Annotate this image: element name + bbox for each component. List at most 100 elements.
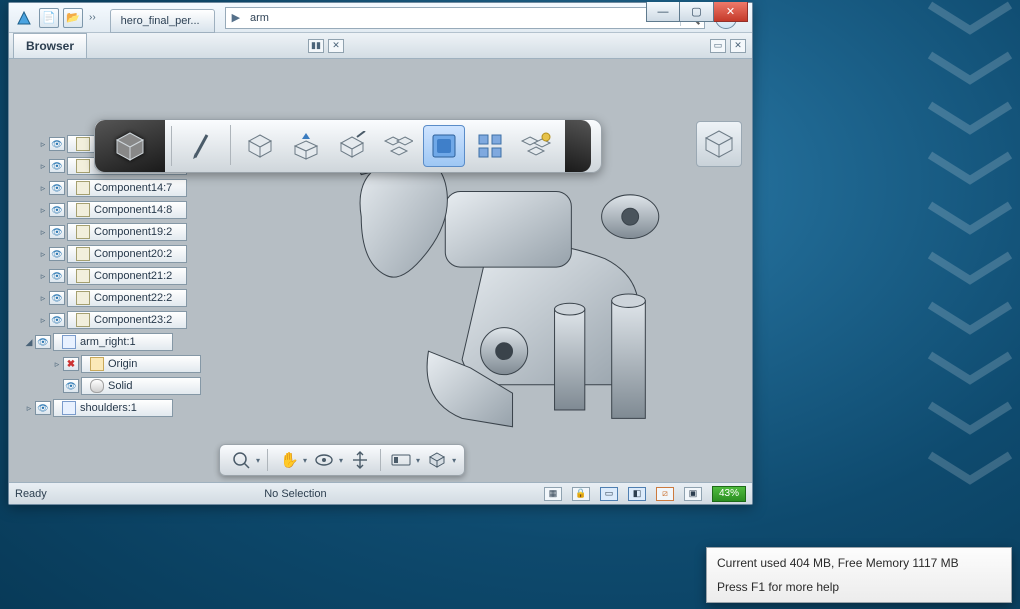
grid-tool-button[interactable] xyxy=(469,125,511,167)
expander-icon[interactable]: ▹ xyxy=(37,183,49,194)
tooltip-line1: Current used 404 MB, Free Memory 1117 MB xyxy=(717,556,1001,570)
visibility-icon[interactable]: 👁 xyxy=(35,335,51,349)
rewind-icon[interactable] xyxy=(388,448,414,472)
visibility-icon[interactable]: 👁 xyxy=(49,181,65,195)
close-button[interactable]: ✕ xyxy=(714,2,748,22)
tree-node-text: Component20:2 xyxy=(94,248,172,260)
browser-title[interactable]: Browser xyxy=(13,33,87,58)
cube-icon xyxy=(76,269,90,283)
pan-icon[interactable]: ✋ xyxy=(275,448,301,472)
expander-icon[interactable]: ◢ xyxy=(23,337,35,348)
visibility-icon[interactable]: 👁 xyxy=(63,379,79,393)
expander-icon[interactable]: ▹ xyxy=(37,227,49,238)
tree-row[interactable]: ▹👁Component19:2 xyxy=(11,221,267,243)
status-display-icon[interactable]: ▭ xyxy=(600,487,618,501)
expander-icon[interactable]: ▹ xyxy=(37,315,49,326)
tree-node-label[interactable]: Component22:2 xyxy=(67,289,187,307)
sketch-tool-button[interactable] xyxy=(180,125,222,167)
memory-badge[interactable]: 43% xyxy=(712,486,746,502)
cube-icon xyxy=(76,203,90,217)
tree-node-label[interactable]: Component21:2 xyxy=(67,267,187,285)
tree-node-label[interactable]: Component19:2 xyxy=(67,223,187,241)
panel-close-icon[interactable]: ✕ xyxy=(328,39,344,53)
status-grid-icon[interactable]: ▦ xyxy=(544,487,562,501)
assy-icon xyxy=(62,335,76,349)
new-file-icon[interactable]: 📄 xyxy=(39,8,59,28)
maximize-button[interactable]: ▢ xyxy=(680,2,714,22)
orbit-icon[interactable] xyxy=(311,448,337,472)
document-tab[interactable]: hero_final_per... xyxy=(110,9,215,33)
press-pull-tool-button[interactable] xyxy=(285,125,327,167)
tree-row[interactable]: ▹👁 Component22:2 xyxy=(11,287,267,309)
expander-icon[interactable]: ▹ xyxy=(37,139,49,150)
expander-icon[interactable]: ▹ xyxy=(37,161,49,172)
location-bar[interactable]: ▶ arm 🔍 xyxy=(225,7,706,29)
tree-node-label[interactable]: Component14:7 xyxy=(67,179,187,197)
tree-row[interactable]: ◢👁arm_right:1 xyxy=(11,331,267,353)
viewport-restore-icon[interactable]: ▭ xyxy=(710,39,726,53)
combine-tool-button[interactable] xyxy=(515,125,557,167)
visibility-icon[interactable]: 👁 xyxy=(49,269,65,283)
panel-layout-icon[interactable]: ▮▮ xyxy=(308,39,324,53)
tree-row[interactable]: ▹👁 Component20:2 xyxy=(11,243,267,265)
tree-node-text: Component23:2 xyxy=(94,314,172,326)
app-logo-icon xyxy=(13,7,35,29)
tree-node-label[interactable]: Origin xyxy=(81,355,201,373)
cube-icon xyxy=(76,181,90,195)
viewcube[interactable] xyxy=(696,121,742,167)
tree-node-text: Component22:2 xyxy=(94,292,172,304)
visibility-icon[interactable]: 👁 xyxy=(35,401,51,415)
pattern-tool-button[interactable] xyxy=(377,125,419,167)
status-interference-icon[interactable]: ⧄ xyxy=(656,487,674,501)
app-window: 📄 📂 ›› hero_final_per... ▶ arm 🔍 ? ▾ — ▢… xyxy=(8,2,753,505)
tree-node-text: Component14:7 xyxy=(94,182,172,194)
visibility-icon[interactable]: 👁 xyxy=(49,247,65,261)
tree-row[interactable]: ▹👁 Component14:7 xyxy=(11,177,267,199)
expander-icon[interactable]: ▹ xyxy=(37,293,49,304)
appearance-tool-button[interactable] xyxy=(423,125,465,167)
tree-node-label[interactable]: Component14:8 xyxy=(67,201,187,219)
primitive-tool-button[interactable] xyxy=(239,125,281,167)
tree-node-label[interactable]: Component20:2 xyxy=(67,245,187,263)
viewport-close-icon[interactable]: ✕ xyxy=(730,39,746,53)
browser-header: Browser ▮▮ ✕ ▭ ✕ xyxy=(9,33,752,59)
status-render-icon[interactable]: ◧ xyxy=(628,487,646,501)
visibility-icon[interactable]: 👁 xyxy=(49,159,65,173)
visibility-icon[interactable]: 👁 xyxy=(49,137,65,151)
tree-node-text: Origin xyxy=(108,358,137,370)
tooltip-line2: Press F1 for more help xyxy=(717,580,1001,594)
tree-node-label[interactable]: Component23:2 xyxy=(67,311,187,329)
tree-row[interactable]: ▹👁Component14:8 xyxy=(11,199,267,221)
qat-overflow-icon[interactable]: ›› xyxy=(87,12,98,23)
marking-menu xyxy=(94,119,602,173)
navigation-bar: ▾ ✋▾ ▾ ▾ ▾ xyxy=(219,444,465,476)
expander-icon[interactable]: ▹ xyxy=(37,249,49,260)
expander-icon[interactable]: ▹ xyxy=(51,359,63,370)
expander-icon[interactable]: ▹ xyxy=(37,271,49,282)
status-lock-icon[interactable]: 🔒 xyxy=(572,487,590,501)
tree-row[interactable]: ▹👁Component21:2 xyxy=(11,265,267,287)
tree-node-text: Solid xyxy=(108,380,132,392)
expander-icon[interactable]: ▹ xyxy=(23,403,35,414)
expander-icon[interactable]: ▹ xyxy=(37,205,49,216)
tree-row[interactable]: 👁 Solid xyxy=(11,375,267,397)
tree-row[interactable]: ▹👁shoulders:1 xyxy=(11,397,267,419)
tree-node-label[interactable]: Solid xyxy=(81,377,201,395)
tree-row[interactable]: ▹✖ Origin xyxy=(11,353,267,375)
visibility-icon[interactable]: 👁 xyxy=(49,291,65,305)
tree-node-label[interactable]: arm_right:1 xyxy=(53,333,173,351)
tree-node-label[interactable]: shoulders:1 xyxy=(53,399,173,417)
visibility-icon[interactable]: 👁 xyxy=(49,313,65,327)
titlebar: 📄 📂 ›› hero_final_per... ▶ arm 🔍 ? ▾ — ▢… xyxy=(9,3,752,33)
visibility-icon[interactable]: 👁 xyxy=(49,203,65,217)
visibility-icon[interactable]: ✖ xyxy=(63,357,79,371)
zoom-region-icon[interactable] xyxy=(228,448,254,472)
minimize-button[interactable]: — xyxy=(646,2,680,22)
display-mode-icon[interactable] xyxy=(424,448,450,472)
visibility-icon[interactable]: 👁 xyxy=(49,225,65,239)
open-file-icon[interactable]: 📂 xyxy=(63,8,83,28)
status-book-icon[interactable]: ▣ xyxy=(684,487,702,501)
look-icon[interactable] xyxy=(347,448,373,472)
modify-tool-button[interactable] xyxy=(331,125,373,167)
tree-row[interactable]: ▹👁 Component23:2 xyxy=(11,309,267,331)
